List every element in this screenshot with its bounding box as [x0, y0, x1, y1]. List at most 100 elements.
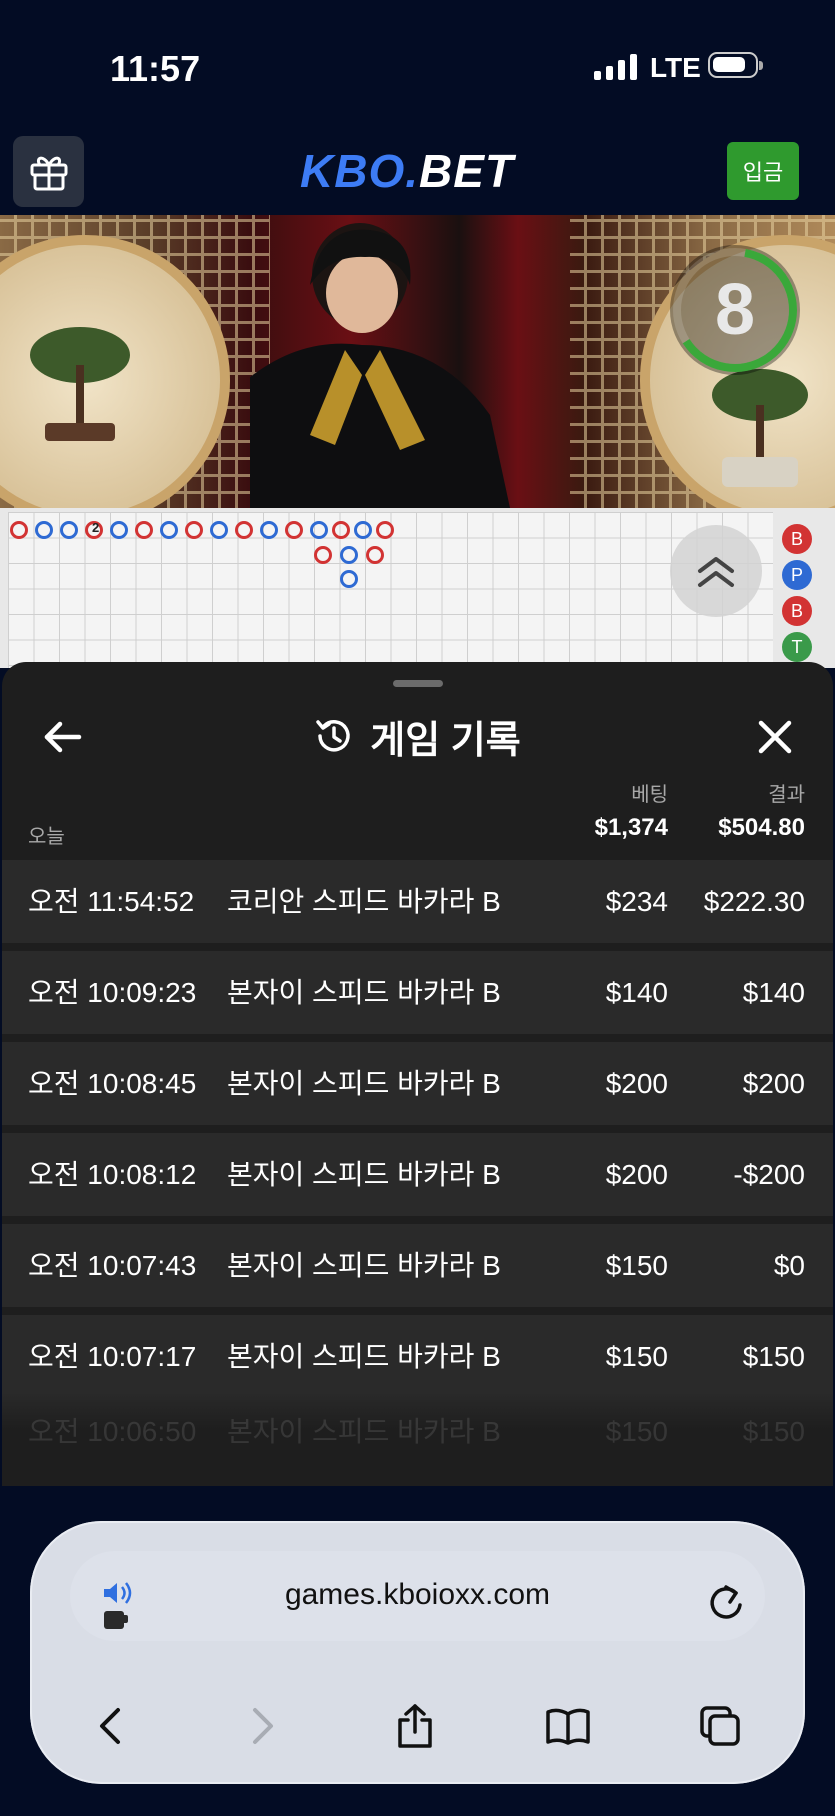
row-game: 코리안 스피드 바카라 B	[227, 886, 501, 917]
tabs-icon	[700, 1706, 740, 1746]
network-label: LTE	[650, 52, 701, 83]
deposit-button[interactable]: 입금	[727, 142, 799, 200]
row-result: $222.30	[703, 886, 805, 917]
row-game: 본자이 스피드 바카라 B	[227, 1068, 501, 1099]
chevron-left-icon	[100, 1708, 120, 1744]
total-bet: $1,374	[594, 814, 668, 841]
row-result: -$200	[733, 1159, 805, 1190]
history-icon	[316, 720, 351, 752]
row-result: $200	[742, 1068, 805, 1099]
column-header-result: 결과	[768, 784, 805, 806]
row-game: 본자이 스피드 바카라 B	[227, 1250, 501, 1281]
audio-playing-icon[interactable]	[100, 1579, 140, 1639]
row-time: 오전 10:07:17	[28, 1341, 197, 1372]
row-time: 오전 10:08:45	[28, 1068, 197, 1099]
live-dealer-video[interactable]: 8	[0, 215, 835, 508]
bead	[340, 570, 358, 588]
browser-forward-button[interactable]	[233, 1696, 293, 1756]
countdown-timer: 8	[670, 245, 800, 375]
history-row[interactable]: 오전 11:54:52 코리안 스피드 바카라 B $234 $222.30	[2, 860, 833, 943]
reload-icon[interactable]	[706, 1583, 746, 1623]
status-bar: 11:57 LTE	[0, 0, 835, 130]
bead	[376, 521, 394, 539]
bonsai-right-decor	[712, 369, 808, 487]
row-time: 오전 11:54:52	[28, 886, 195, 917]
row-game: 본자이 스피드 바카라 B	[227, 977, 501, 1008]
bead	[185, 521, 203, 539]
bonsai-left-decor	[30, 327, 130, 441]
bead	[340, 546, 358, 564]
bead	[135, 521, 153, 539]
history-list: 오전 11:54:52 코리안 스피드 바카라 B $234 $222.30 오…	[2, 860, 833, 1406]
bead	[354, 521, 372, 539]
row-result: $0	[773, 1250, 805, 1281]
bead	[260, 521, 278, 539]
row-bet: $140	[605, 977, 668, 1008]
bead	[60, 521, 78, 539]
sheet-grabber[interactable]	[393, 680, 443, 687]
row-bet: $234	[605, 886, 668, 917]
history-row[interactable]: 오전 10:07:43 본자이 스피드 바카라 B $150 $0	[2, 1224, 833, 1307]
bead	[366, 546, 384, 564]
bead	[285, 521, 303, 539]
row-bet: $150	[605, 1250, 668, 1281]
book-icon	[546, 1708, 590, 1745]
dealer-figure	[250, 223, 510, 508]
double-chevron-up-icon	[698, 557, 734, 587]
sheet-header: 게임 기록	[2, 706, 833, 766]
bead	[35, 521, 53, 539]
clock: 11:57	[110, 48, 201, 89]
game-history-sheet: 게임 기록 베팅 결과 오늘 $1,374 $504.80 오전 11:54:5…	[2, 662, 833, 1486]
bookmarks-button[interactable]	[538, 1696, 598, 1756]
sheet-title: 게임 기록	[370, 719, 521, 762]
bead	[310, 521, 328, 539]
bead	[235, 521, 253, 539]
bead	[314, 546, 332, 564]
row-result: $150	[742, 1341, 805, 1372]
roadmap-grid: 2	[8, 512, 773, 668]
side-bead-banker: B	[782, 524, 812, 554]
row-bet: $200	[605, 1159, 668, 1190]
side-bead-column: B P B T	[780, 518, 835, 668]
gift-button[interactable]	[13, 136, 84, 207]
side-bead-tie: T	[782, 632, 812, 662]
row-time: 오전 10:08:12	[28, 1159, 197, 1190]
row-time: 오전 10:09:23	[28, 977, 197, 1008]
today-label: 오늘	[28, 826, 65, 848]
bead	[10, 521, 28, 539]
history-row-partial[interactable]: 오전 10:06:50 본자이 스피드 바카라 B $150 $150	[2, 1392, 833, 1486]
close-button[interactable]	[750, 712, 800, 762]
app-header: KBO.BET 입금	[0, 130, 835, 215]
site-logo[interactable]: KBO.BET	[300, 144, 514, 198]
total-result: $504.80	[718, 814, 805, 841]
countdown-value: 8	[714, 270, 756, 350]
tabs-button[interactable]	[690, 1696, 750, 1756]
side-bead-player: P	[782, 560, 812, 590]
browser-nav-bar	[30, 1686, 805, 1766]
history-row[interactable]: 오전 10:08:12 본자이 스피드 바카라 B $200 -$200	[2, 1133, 833, 1216]
gift-icon	[30, 156, 67, 190]
chevron-right-icon	[253, 1708, 273, 1744]
share-icon	[398, 1704, 432, 1748]
history-row[interactable]: 오전 10:07:17 본자이 스피드 바카라 B $150 $150	[2, 1315, 833, 1398]
browser-back-button[interactable]	[80, 1696, 140, 1756]
side-bead-banker: B	[782, 596, 812, 626]
signal-icon	[594, 54, 637, 80]
row-bet: $200	[605, 1068, 668, 1099]
battery-icon	[708, 52, 763, 78]
column-header-bet: 베팅	[631, 784, 668, 806]
row-time: 오전 10:07:43	[28, 1250, 197, 1281]
row-game: 본자이 스피드 바카라 B	[227, 1159, 501, 1190]
bead	[110, 521, 128, 539]
history-row[interactable]: 오전 10:09:23 본자이 스피드 바카라 B $140 $140	[2, 951, 833, 1034]
history-row[interactable]: 오전 10:08:45 본자이 스피드 바카라 B $200 $200	[2, 1042, 833, 1125]
share-button[interactable]	[385, 1696, 445, 1756]
row-bet: $150	[605, 1341, 668, 1372]
bead	[160, 521, 178, 539]
url-text[interactable]: games.kboioxx.com	[30, 1521, 805, 1671]
roadmap-marker: 2	[92, 520, 100, 535]
browser-toolbar: games.kboioxx.com	[30, 1521, 805, 1784]
expand-up-button[interactable]	[670, 525, 762, 617]
bead	[210, 521, 228, 539]
row-result: $140	[742, 977, 805, 1008]
